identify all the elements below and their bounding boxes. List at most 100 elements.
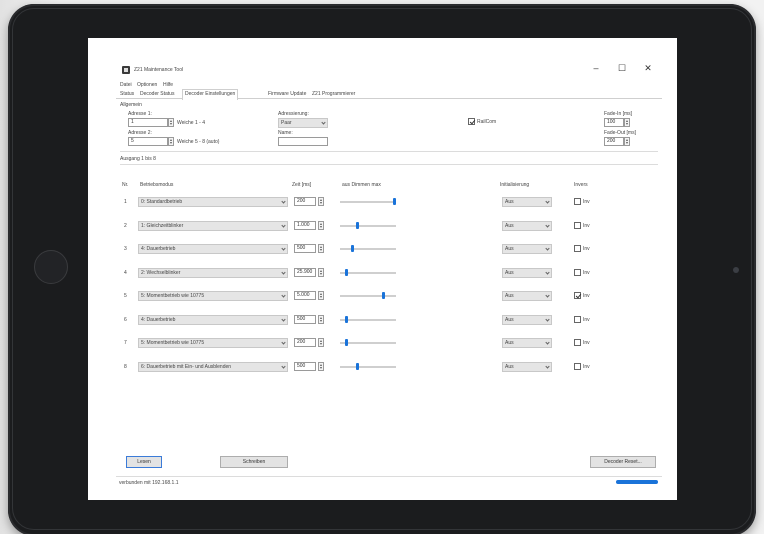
time-input[interactable]: 500 <box>294 361 316 371</box>
time-stepper[interactable] <box>318 244 324 253</box>
dim-slider-track[interactable] <box>340 201 396 203</box>
time-stepper[interactable] <box>318 291 324 300</box>
mode-select[interactable]: 1: Gleichzeitblinker <box>138 220 288 231</box>
invert-checkbox[interactable] <box>574 339 581 346</box>
minimize-button[interactable]: – <box>590 62 602 74</box>
dim-slider-track[interactable] <box>340 271 396 274</box>
menu-datei[interactable]: Datei <box>120 82 132 88</box>
chevron-down-icon <box>281 269 286 275</box>
decoder-reset-button[interactable]: Decoder Reset... <box>590 456 656 468</box>
address1-input[interactable]: 1 <box>128 118 168 127</box>
row-number: 3 <box>124 246 127 252</box>
read-button[interactable]: Lesen <box>126 456 162 468</box>
init-select[interactable]: Aus <box>502 267 552 278</box>
invert-label: Inv <box>583 316 590 323</box>
fade-out-stepper[interactable] <box>624 137 630 146</box>
mode-select[interactable]: 0: Standardbetrieb <box>138 197 288 207</box>
address1-hint: Weiche 1 - 4 <box>177 120 205 126</box>
dim-slider-thumb[interactable] <box>345 315 349 323</box>
dim-slider-thumb[interactable] <box>355 362 359 370</box>
fade-out-input[interactable]: 200 <box>604 137 624 146</box>
name-input[interactable] <box>278 137 328 146</box>
address1-stepper[interactable] <box>168 118 174 127</box>
fade-in-stepper[interactable] <box>624 118 630 127</box>
init-select[interactable]: Aus <box>502 361 552 372</box>
time-input[interactable]: 1.000 <box>294 220 316 230</box>
home-button <box>34 250 68 284</box>
time-input[interactable]: 500 <box>294 244 316 253</box>
time-stepper[interactable] <box>318 338 324 347</box>
dim-slider-track[interactable] <box>340 318 396 321</box>
tab-decoder-status[interactable]: Decoder Status <box>138 90 176 99</box>
time-input[interactable]: 200 <box>294 338 316 347</box>
dim-slider-thumb[interactable] <box>345 268 349 276</box>
name-label: Name: <box>278 130 293 136</box>
railcom-checkbox[interactable] <box>468 118 475 125</box>
row-number: 2 <box>124 222 127 229</box>
tab-decoder-einstellungen[interactable]: Decoder Einstellungen <box>182 89 239 100</box>
mode-select[interactable]: 2: Wechselblinker <box>138 267 288 278</box>
init-select[interactable]: Aus <box>502 220 552 231</box>
invert-checkbox[interactable] <box>574 221 581 229</box>
init-value: Aus <box>505 222 514 229</box>
fade-in-input[interactable]: 100 <box>604 118 624 127</box>
invert-checkbox[interactable] <box>574 245 581 252</box>
invert-checkbox[interactable] <box>574 362 581 370</box>
dim-slider-thumb[interactable] <box>382 292 386 299</box>
chevron-down-icon <box>545 340 550 345</box>
time-stepper[interactable] <box>318 220 324 230</box>
init-select[interactable]: Aus <box>502 338 552 348</box>
mode-select[interactable]: 6: Dauerbetrieb mit Ein- und Ausblenden <box>138 361 288 372</box>
dim-slider-thumb[interactable] <box>350 245 354 252</box>
dim-slider-track[interactable] <box>340 295 396 297</box>
time-stepper[interactable] <box>318 361 324 371</box>
dim-slider-thumb[interactable] <box>355 221 359 229</box>
addressing-select[interactable]: Paar <box>278 118 328 128</box>
time-stepper[interactable] <box>318 197 324 206</box>
section-divider <box>120 151 658 152</box>
menu-optionen[interactable]: Optionen <box>137 82 157 88</box>
mode-select[interactable]: 5: Momentbetrieb wie 10775 <box>138 338 288 348</box>
chevron-down-icon <box>281 316 286 322</box>
dim-slider-track[interactable] <box>340 365 396 368</box>
time-stepper[interactable] <box>318 267 324 277</box>
invert-checkbox[interactable] <box>574 198 581 205</box>
row-number: 1 <box>124 199 127 205</box>
status-bar: verbunden mit 192.168.1.1 <box>116 476 662 488</box>
dim-slider-track[interactable] <box>340 342 396 344</box>
address2-input[interactable]: 5 <box>128 137 168 146</box>
tab-z21-programmierer[interactable]: Z21 Programmierer <box>310 90 357 99</box>
time-input[interactable]: 200 <box>294 197 316 206</box>
init-value: Aus <box>505 316 514 323</box>
menu-hilfe[interactable]: Hilfe <box>163 82 173 88</box>
dim-slider-track[interactable] <box>340 224 396 227</box>
init-select[interactable]: Aus <box>502 291 552 301</box>
init-select[interactable]: Aus <box>502 244 552 254</box>
time-input[interactable]: 25.900 <box>294 267 316 277</box>
app-window: Z21 Maintenance Tool – ☐ ✕ Datei Optione… <box>116 60 662 488</box>
invert-checkbox[interactable] <box>574 268 581 276</box>
address2-stepper[interactable] <box>168 137 174 146</box>
invert-checkbox[interactable] <box>574 315 581 323</box>
addressing-label: Adressierung: <box>278 111 309 117</box>
init-select[interactable]: Aus <box>502 314 552 325</box>
dim-slider-thumb[interactable] <box>345 339 349 346</box>
chevron-down-icon <box>545 363 550 369</box>
mode-select[interactable]: 5: Momentbetrieb wie 10775 <box>138 291 288 301</box>
close-button[interactable]: ✕ <box>642 62 654 74</box>
tab-status[interactable]: Status <box>118 90 136 99</box>
dim-slider-track[interactable] <box>340 248 396 250</box>
init-select[interactable]: Aus <box>502 197 552 207</box>
invert-checkbox[interactable] <box>574 292 581 299</box>
time-input[interactable]: 500 <box>294 314 316 324</box>
write-button[interactable]: Schreiben <box>220 456 288 468</box>
mode-select[interactable]: 4: Dauerbetrieb <box>138 314 288 325</box>
fade-in-label: Fade-In [ms] <box>604 111 633 117</box>
time-input[interactable]: 5.000 <box>294 291 316 300</box>
maximize-button[interactable]: ☐ <box>616 62 628 74</box>
mode-select[interactable]: 4: Dauerbetrieb <box>138 244 288 254</box>
header-nr: Nr. <box>122 182 129 188</box>
dim-slider-thumb[interactable] <box>393 198 396 205</box>
tab-firmware-update[interactable]: Firmware Update <box>266 90 308 99</box>
time-stepper[interactable] <box>318 314 324 324</box>
